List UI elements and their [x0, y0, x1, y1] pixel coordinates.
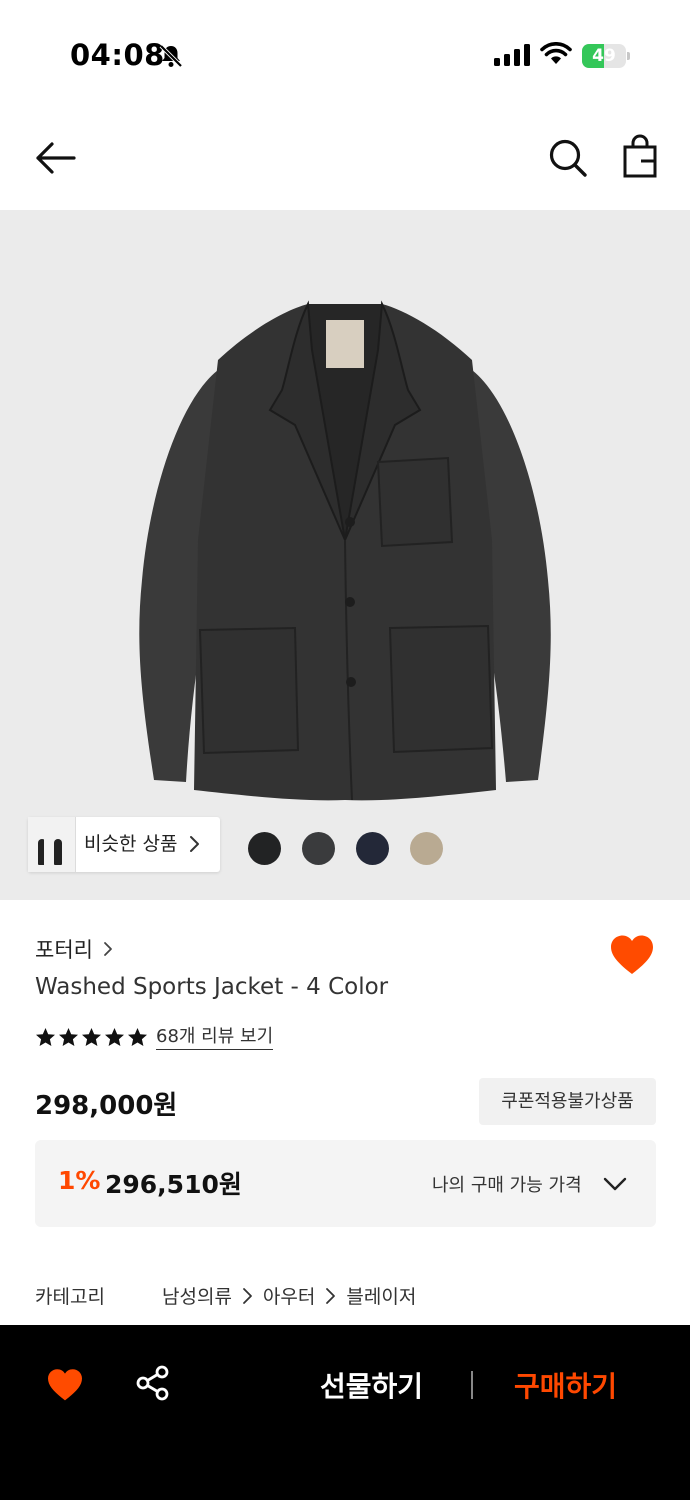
rating-stars	[35, 1027, 150, 1048]
star-icon	[36, 1027, 55, 1046]
coupon-unavailable-badge: 쿠폰적용불가상품	[479, 1078, 656, 1125]
color-swatch-black[interactable]	[248, 832, 281, 865]
breadcrumb-item[interactable]: 블레이저	[346, 1282, 416, 1309]
search-icon[interactable]	[546, 136, 590, 180]
heart-icon[interactable]	[46, 1368, 84, 1402]
chevron-right-icon	[190, 836, 199, 852]
color-swatch-navy[interactable]	[356, 832, 389, 865]
bottom-action-bar: 선물하기 구매하기	[0, 1325, 690, 1500]
category-label: 카테고리	[35, 1286, 105, 1308]
brand-link[interactable]: 포터리	[35, 933, 113, 965]
discount-rate: 1%	[58, 1166, 101, 1195]
chevron-right-icon	[326, 1287, 336, 1304]
share-icon[interactable]	[135, 1365, 171, 1401]
wifi-icon	[540, 42, 572, 64]
product-title: Washed Sports Jacket - 4 Color	[35, 974, 389, 1000]
breadcrumb-item[interactable]: 아우터	[263, 1282, 315, 1309]
buy-button[interactable]: 구매하기	[514, 1365, 617, 1405]
my-price-label: 나의 구매 가능 가격	[432, 1175, 582, 1196]
color-swatch-charcoal[interactable]	[302, 832, 335, 865]
star-icon	[128, 1027, 147, 1046]
battery-cap	[627, 52, 630, 60]
breadcrumb-item[interactable]: 남성의류	[162, 1282, 232, 1309]
review-link[interactable]: 68개 리뷰 보기	[156, 1025, 274, 1050]
brand-name: 포터리	[35, 938, 93, 962]
discount-price: 296,510원	[105, 1170, 242, 1199]
heart-icon[interactable]	[609, 934, 655, 976]
star-icon	[82, 1027, 101, 1046]
gift-button[interactable]: 선물하기	[320, 1365, 423, 1405]
chevron-down-icon	[603, 1177, 627, 1191]
bell-slash-icon	[159, 44, 183, 68]
status-time: 04:08	[70, 38, 165, 72]
cellular-signal-icon	[494, 44, 530, 66]
divider	[471, 1371, 473, 1399]
battery-indicator: 49	[582, 44, 630, 68]
chevron-right-icon	[243, 1287, 252, 1304]
status-bar: 04:08 49	[0, 0, 690, 110]
jacket-photo	[139, 300, 551, 801]
similar-products-label: 비슷한 상품	[84, 833, 178, 855]
best-price-box[interactable]: 1% 296,510원 나의 구매 가능 가격	[35, 1140, 656, 1227]
category-breadcrumb: 남성의류 아우터 블레이저	[162, 1282, 416, 1309]
product-image-gallery[interactable]: 비슷한 상품	[0, 210, 690, 900]
battery-level: 49	[592, 46, 616, 66]
battery-body: 49	[582, 44, 626, 68]
similar-products-button[interactable]: 비슷한 상품	[28, 817, 220, 872]
similar-thumbnail	[44, 817, 76, 872]
star-icon	[105, 1027, 124, 1046]
rating-row: 68개 리뷰 보기	[35, 1022, 274, 1052]
shopping-bag-icon[interactable]	[620, 134, 660, 180]
top-navigation	[0, 110, 690, 210]
arrow-left-icon[interactable]	[32, 138, 78, 178]
product-price: 298,000원	[35, 1091, 178, 1121]
chevron-right-icon	[104, 942, 112, 956]
star-icon	[59, 1027, 78, 1046]
color-swatch-beige[interactable]	[410, 832, 443, 865]
